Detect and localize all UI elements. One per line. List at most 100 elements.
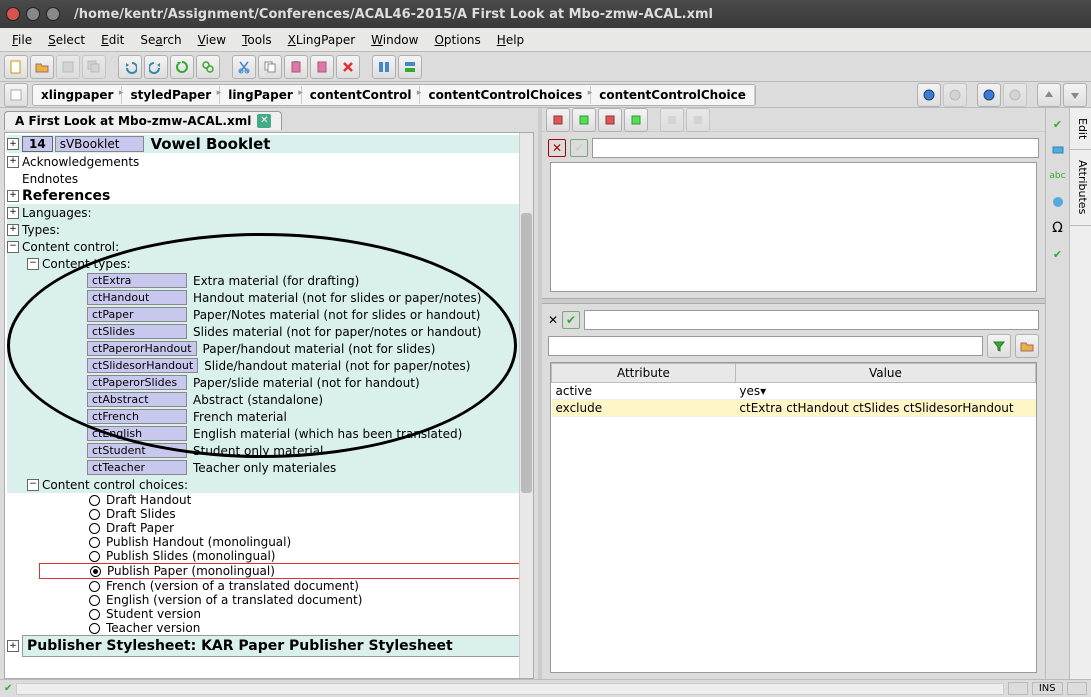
expand-icon[interactable]: + — [7, 190, 19, 202]
node-icon-1[interactable] — [546, 108, 570, 132]
window-minimize-button[interactable] — [26, 7, 40, 21]
side-check-icon[interactable]: ✔ — [1048, 114, 1068, 134]
content-type-id[interactable]: ctHandout — [87, 290, 187, 305]
radio-icon[interactable] — [89, 537, 100, 548]
attr-name[interactable]: active — [552, 383, 736, 400]
content-type-id[interactable]: ctSlidesorHandout — [87, 358, 198, 373]
attr-value[interactable]: ctExtra ctHandout ctSlides ctSlidesorHan… — [735, 400, 1035, 417]
radio-icon[interactable] — [89, 495, 100, 506]
side-tab-edit[interactable]: Edit — [1070, 108, 1091, 150]
node-icon-4[interactable] — [624, 108, 648, 132]
refresh-icon[interactable] — [170, 55, 194, 79]
content-type-id[interactable]: ctPaperorSlides — [87, 375, 187, 390]
menu-tools[interactable]: Tools — [234, 30, 280, 50]
node-icon-6[interactable] — [686, 108, 710, 132]
redo-icon[interactable] — [144, 55, 168, 79]
apply-edit-button[interactable]: ✔ — [570, 139, 588, 157]
tree-item-types[interactable]: Types: — [22, 223, 60, 237]
content-type-row[interactable]: ctFrenchFrench material — [7, 408, 531, 425]
radio-icon[interactable] — [89, 551, 100, 562]
radio-icon[interactable] — [90, 566, 101, 577]
attr-value[interactable]: yes▾ — [735, 383, 1035, 400]
tree-up-icon[interactable] — [1037, 83, 1061, 107]
node-icon-3[interactable] — [598, 108, 622, 132]
tab-close-icon[interactable]: ✕ — [257, 114, 271, 128]
content-type-id[interactable]: ctExtra — [87, 273, 187, 288]
content-type-row[interactable]: ctPaperorSlidesPaper/slide material (not… — [7, 374, 531, 391]
new-file-icon[interactable] — [4, 55, 28, 79]
globe-icon[interactable] — [917, 83, 941, 107]
content-type-row[interactable]: ctAbstractAbstract (standalone) — [7, 391, 531, 408]
attr-filter-input[interactable] — [548, 336, 983, 356]
globe2-dim-icon[interactable] — [1003, 83, 1027, 107]
collapse-icon[interactable]: − — [27, 479, 39, 491]
content-choice-row[interactable]: Publish Handout (monolingual) — [7, 535, 531, 549]
menu-options[interactable]: Options — [426, 30, 488, 50]
collapse-icon[interactable]: − — [27, 258, 39, 270]
tree-item-acknowledgements[interactable]: Acknowledgements — [22, 155, 139, 169]
breadcrumb-item[interactable]: contentControlChoice — [591, 86, 755, 104]
side-omega-icon[interactable]: Ω — [1048, 218, 1068, 238]
menu-edit[interactable]: Edit — [93, 30, 132, 50]
publisher-stylesheet[interactable]: Publisher Stylesheet: KAR Paper Publishe… — [22, 635, 531, 657]
tree-item-content-control[interactable]: Content control: — [22, 240, 119, 254]
tree-down-icon[interactable] — [1063, 83, 1087, 107]
content-type-row[interactable]: ctSlidesSlides material (not for paper/n… — [7, 323, 531, 340]
open-file-icon[interactable] — [30, 55, 54, 79]
section-id[interactable]: sVBooklet — [55, 136, 145, 152]
document-tree[interactable]: + 14 sVBooklet Vowel Booklet +Acknowledg… — [4, 132, 534, 679]
breadcrumb-item[interactable]: styledPaper — [122, 86, 220, 104]
document-tab[interactable]: A First Look at Mbo-zmw-ACAL.xml ✕ — [4, 111, 282, 130]
paste-icon[interactable] — [284, 55, 308, 79]
tree-item-languages[interactable]: Languages: — [22, 206, 92, 220]
content-type-row[interactable]: ctEnglishEnglish material (which has bee… — [7, 425, 531, 442]
content-choice-row[interactable]: English (version of a translated documen… — [7, 593, 531, 607]
vertical-scrollbar[interactable] — [519, 133, 533, 678]
menu-help[interactable]: Help — [489, 30, 532, 50]
content-type-row[interactable]: ctHandoutHandout material (not for slide… — [7, 289, 531, 306]
attributes-table[interactable]: Attribute Value active yes▾ exclude ctEx… — [550, 362, 1037, 673]
tree-item-references[interactable]: References — [22, 188, 110, 204]
radio-icon[interactable] — [89, 509, 100, 520]
cancel-edit-button[interactable]: ✕ — [548, 139, 566, 157]
tree-item-endnotes[interactable]: Endnotes — [22, 172, 78, 186]
cut-icon[interactable] — [232, 55, 256, 79]
menu-select[interactable]: Select — [40, 30, 93, 50]
menu-search[interactable]: Search — [132, 30, 189, 50]
menu-file[interactable]: File — [4, 30, 40, 50]
content-type-row[interactable]: ctPaperorHandoutPaper/handout material (… — [7, 340, 531, 357]
save-icon[interactable] — [56, 55, 80, 79]
content-choice-row[interactable]: Teacher version — [7, 621, 531, 635]
content-choice-row[interactable]: French (version of a translated document… — [7, 579, 531, 593]
globe-dim-icon[interactable] — [943, 83, 967, 107]
radio-icon[interactable] — [89, 523, 100, 534]
breadcrumb-item[interactable]: lingPaper — [220, 86, 302, 104]
scrollbar-thumb[interactable] — [521, 213, 532, 493]
content-type-row[interactable]: ctExtraExtra material (for drafting) — [7, 272, 531, 289]
folder-icon[interactable] — [1015, 334, 1039, 358]
collapse-icon[interactable]: − — [7, 241, 19, 253]
side-abc-icon[interactable]: abc — [1048, 166, 1068, 186]
expand-icon[interactable]: + — [7, 156, 19, 168]
radio-icon[interactable] — [89, 581, 100, 592]
attr-name[interactable]: exclude — [552, 400, 736, 417]
radio-icon[interactable] — [89, 623, 100, 634]
content-choice-row[interactable]: Publish Paper (monolingual) — [40, 564, 530, 578]
copy-icon[interactable] — [258, 55, 282, 79]
side-tag-icon[interactable] — [1048, 140, 1068, 160]
content-type-row[interactable]: ctPaperPaper/Notes material (not for sli… — [7, 306, 531, 323]
tree-item-content-types[interactable]: Content types: — [42, 257, 131, 271]
content-type-row[interactable]: ctTeacherTeacher only materiales — [7, 459, 531, 476]
menu-window[interactable]: Window — [363, 30, 426, 50]
filter-icon[interactable] — [987, 334, 1011, 358]
content-type-row[interactable]: ctSlidesorHandoutSlide/handout material … — [7, 357, 531, 374]
attr-apply-button[interactable]: ✔ — [562, 311, 580, 329]
radio-icon[interactable] — [89, 595, 100, 606]
expand-icon[interactable]: + — [7, 207, 19, 219]
window-maximize-button[interactable] — [46, 7, 60, 21]
attr-header-attribute[interactable]: Attribute — [552, 364, 736, 383]
window-close-button[interactable] — [6, 7, 20, 21]
globe2-icon[interactable] — [977, 83, 1001, 107]
edit-textarea[interactable] — [550, 162, 1037, 292]
side-run-icon[interactable] — [1048, 192, 1068, 212]
